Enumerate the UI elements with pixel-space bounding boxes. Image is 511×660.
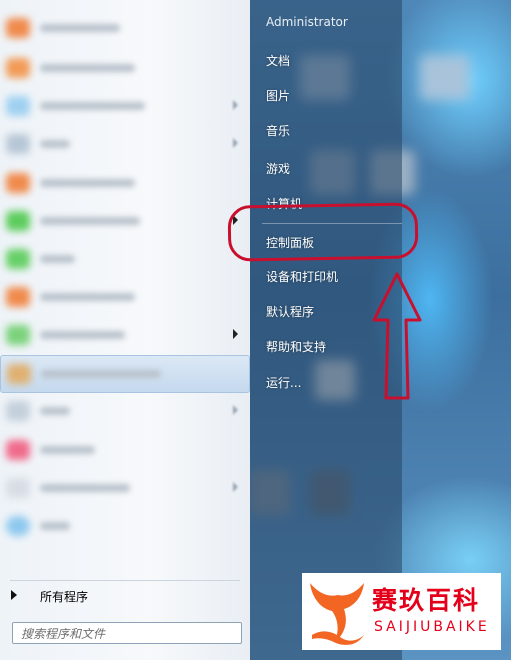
program-list-pane: 所有程序 (0, 0, 250, 660)
all-programs-label: 所有程序 (40, 590, 89, 604)
program-label-blur (40, 255, 75, 263)
program-label-blur (40, 331, 125, 339)
program-item[interactable] (0, 50, 248, 86)
program-item[interactable] (0, 432, 248, 468)
program-item[interactable] (0, 508, 248, 544)
program-label-blur (40, 140, 70, 148)
program-item[interactable] (0, 241, 248, 277)
place-label: 图片 (266, 89, 291, 103)
submenu-arrow-icon (233, 138, 238, 148)
program-item[interactable] (0, 317, 248, 353)
search-box[interactable] (12, 622, 242, 644)
program-icon (7, 364, 31, 384)
program-item[interactable] (0, 165, 248, 201)
program-item[interactable] (0, 470, 248, 506)
program-item[interactable] (0, 88, 248, 124)
program-label-blur (40, 293, 135, 301)
program-label-blur (40, 217, 140, 225)
annotation-highlight-ring (227, 202, 419, 262)
program-label-blur (40, 522, 70, 530)
program-item-selected[interactable] (0, 355, 250, 393)
submenu-arrow-icon (233, 482, 238, 492)
program-icon (6, 58, 30, 78)
watermark-brand-cn: 赛玖百科 (372, 586, 481, 615)
place-music[interactable]: 音乐 (256, 116, 406, 144)
desktop-icon-blur (420, 55, 470, 100)
program-icon (6, 287, 30, 307)
up-arrow-annotation (372, 272, 422, 400)
place-label: 设备和打印机 (266, 270, 339, 284)
place-label: 默认程序 (266, 305, 315, 319)
place-documents[interactable]: 文档 (256, 46, 406, 74)
place-games[interactable]: 游戏 (256, 154, 406, 182)
program-icon (6, 96, 30, 116)
watermark-brand-en: SAIJIUBAIKE (374, 619, 490, 635)
place-label: 运行... (266, 376, 302, 390)
all-programs-button[interactable]: 所有程序 (0, 585, 248, 607)
place-label: 游戏 (266, 162, 291, 176)
program-icon (6, 211, 30, 231)
program-icon (6, 173, 30, 193)
place-pictures[interactable]: 图片 (256, 81, 406, 109)
whale-tail-logo-icon (310, 583, 364, 645)
submenu-arrow-icon (233, 100, 238, 110)
program-icon (6, 516, 30, 536)
triangle-right-icon (11, 590, 17, 600)
place-label: 文档 (266, 54, 291, 68)
program-label-blur (40, 102, 145, 110)
program-icon (6, 249, 30, 269)
program-item[interactable] (0, 126, 248, 162)
program-label-blur (40, 484, 130, 492)
program-icon (6, 478, 30, 498)
program-icon (6, 401, 30, 421)
program-item[interactable] (0, 10, 248, 46)
left-divider (10, 580, 240, 581)
program-label-blur (40, 179, 135, 187)
search-input[interactable] (13, 624, 221, 644)
submenu-arrow-icon (233, 405, 238, 415)
place-label: 音乐 (266, 124, 291, 138)
program-icon (6, 325, 30, 345)
program-item[interactable] (0, 203, 248, 239)
watermark-logo: 赛玖百科 SAIJIUBAIKE (302, 573, 501, 650)
place-label: 帮助和支持 (266, 340, 327, 354)
program-item[interactable] (0, 279, 248, 315)
program-label-blur (41, 370, 161, 378)
program-label-blur (40, 446, 95, 454)
submenu-arrow-icon (233, 329, 238, 339)
user-name[interactable]: Administrator (266, 15, 348, 29)
program-icon (6, 134, 30, 154)
program-icon (6, 440, 30, 460)
program-label-blur (40, 64, 135, 72)
program-label-blur (40, 407, 70, 415)
program-item[interactable] (0, 393, 248, 429)
program-label-blur (40, 24, 120, 32)
program-icon (6, 18, 30, 38)
